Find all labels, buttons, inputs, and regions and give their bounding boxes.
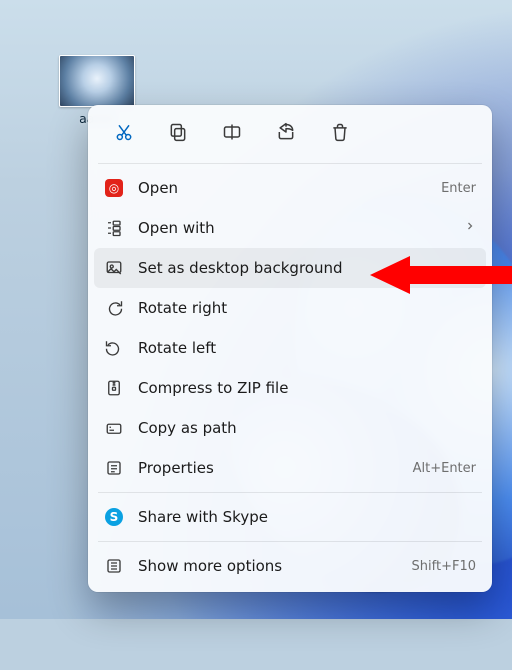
image-thumbnail [59,55,135,107]
menu-item-label: Open [138,179,427,197]
menu-item-open[interactable]: ◎ Open Enter [94,168,486,208]
set-background-icon [104,258,124,278]
menu-item-share-skype[interactable]: S Share with Skype [94,497,486,537]
chevron-right-icon [464,220,476,236]
properties-icon [104,458,124,478]
open-icon: ◎ [104,178,124,198]
open-with-icon [104,218,124,238]
menu-item-label: Copy as path [138,419,476,437]
menu-item-label: Show more options [138,557,398,575]
cut-icon [114,122,134,146]
menu-item-label: Rotate right [138,299,476,317]
copy-path-icon [104,418,124,438]
delete-button[interactable] [322,117,358,151]
more-options-icon [104,556,124,576]
menu-item-rotate-right[interactable]: Rotate right [94,288,486,328]
menu-item-set-desktop-background[interactable]: Set as desktop background [94,248,486,288]
menu-item-rotate-left[interactable]: Rotate left [94,328,486,368]
menu-item-label: Share with Skype [138,508,476,526]
menu-item-compress-zip[interactable]: Compress to ZIP file [94,368,486,408]
menu-item-label: Compress to ZIP file [138,379,476,397]
menu-divider [98,541,482,542]
menu-item-shortcut: Shift+F10 [412,559,476,574]
cut-button[interactable] [106,117,142,151]
copy-button[interactable] [160,117,196,151]
rename-button[interactable] [214,117,250,151]
delete-icon [330,122,350,146]
menu-item-label: Set as desktop background [138,259,476,277]
skype-icon: S [104,507,124,527]
menu-item-shortcut: Alt+Enter [413,461,476,476]
share-button[interactable] [268,117,304,151]
menu-divider [98,492,482,493]
menu-item-copy-as-path[interactable]: Copy as path [94,408,486,448]
context-menu: ◎ Open Enter Open with Set as d [88,105,492,592]
menu-item-shortcut: Enter [441,181,476,196]
context-menu-action-row [94,111,486,159]
menu-item-show-more-options[interactable]: Show more options Shift+F10 [94,546,486,586]
rename-icon [222,122,242,146]
copy-icon [168,122,188,146]
rotate-left-icon [104,338,124,358]
menu-item-properties[interactable]: Properties Alt+Enter [94,448,486,488]
menu-item-label: Properties [138,459,399,477]
compress-zip-icon [104,378,124,398]
menu-item-open-with[interactable]: Open with [94,208,486,248]
menu-item-label: Rotate left [138,339,476,357]
rotate-right-icon [104,298,124,318]
share-icon [276,122,296,146]
menu-divider [98,163,482,164]
menu-item-label: Open with [138,219,450,237]
